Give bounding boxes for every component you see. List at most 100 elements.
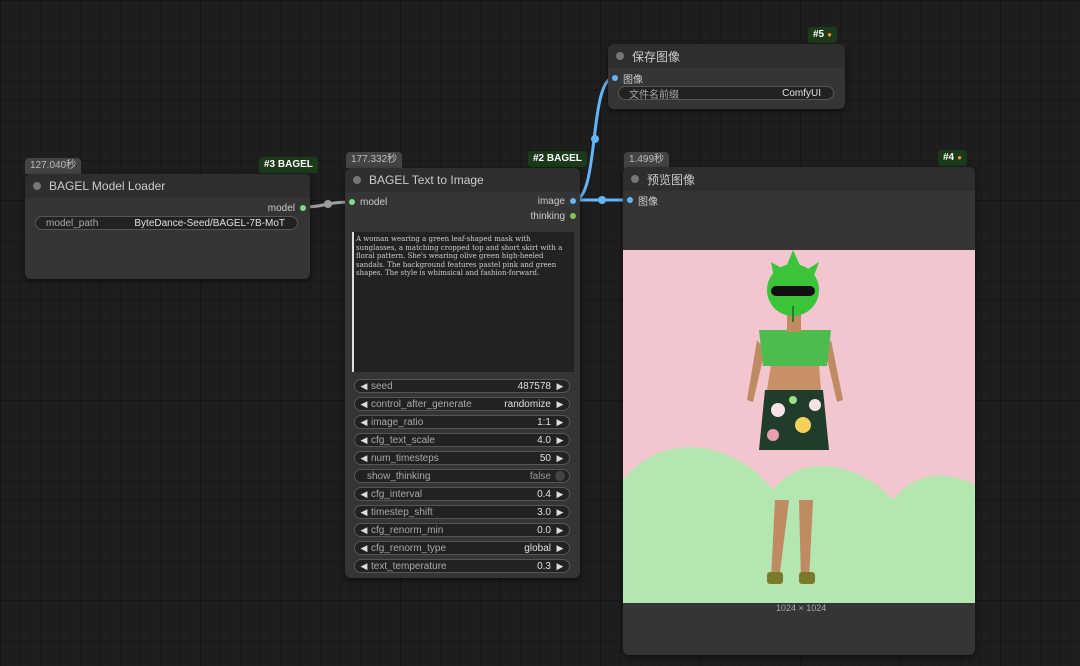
image-ratio-next-icon[interactable]: ▶ xyxy=(555,417,565,428)
num-timesteps-increment-icon[interactable]: ▶ xyxy=(555,453,565,464)
t2i-timer: 177.332秒 xyxy=(346,152,403,168)
wire-model-midpoint xyxy=(324,200,332,208)
seed-value: 487578 xyxy=(517,380,551,392)
cfg-text-scale-decrement-icon[interactable]: ◀ xyxy=(359,435,369,446)
preview-input-image-label: 图像 xyxy=(638,196,658,208)
seed-label: seed xyxy=(371,380,393,392)
cfg-renorm-min-increment-icon[interactable]: ▶ xyxy=(555,525,565,536)
save-input-image-label: 图像 xyxy=(623,74,643,86)
save-image-node[interactable]: 保存图像 图像 文件名前缀 ComfyUI xyxy=(608,44,845,109)
cfg-renorm-type-prev-icon[interactable]: ◀ xyxy=(359,543,369,554)
cfg-text-scale-value: 4.0 xyxy=(537,434,551,446)
control-after-generate-prev-icon[interactable]: ◀ xyxy=(359,399,369,410)
seed-widget[interactable]: ◀ seed 487578 ▶ xyxy=(354,379,570,393)
t2i-output-image[interactable]: image xyxy=(538,194,576,208)
cfg-renorm-type-value: global xyxy=(524,542,551,554)
cfg-interval-widget[interactable]: ◀ cfg_interval 0.4 ▶ xyxy=(354,487,570,501)
control-after-generate-value: randomize xyxy=(504,398,551,410)
cfg-renorm-min-label: cfg_renorm_min xyxy=(371,524,444,536)
t2i-collapse-dot[interactable] xyxy=(353,176,361,184)
save-badge-text: #5 xyxy=(813,29,825,40)
image-ratio-widget[interactable]: ◀ image_ratio 1:1 ▶ xyxy=(354,415,570,429)
show-thinking-label: show_thinking xyxy=(367,470,431,482)
seed-decrement-icon[interactable]: ◀ xyxy=(359,381,369,392)
preview-timer: 1.499秒 xyxy=(624,152,670,168)
t2i-input-model[interactable]: model xyxy=(349,195,387,209)
timestep-shift-widget[interactable]: ◀ timestep_shift 3.0 ▶ xyxy=(354,505,570,519)
loader-badge-text: #3 BAGEL xyxy=(264,159,313,170)
bagel-model-loader-node[interactable]: BAGEL Model Loader model model_path Byte… xyxy=(25,174,310,279)
fox-icon: ● xyxy=(827,30,832,39)
t2i-badge-text: #2 BAGEL xyxy=(533,153,582,164)
save-header[interactable]: 保存图像 xyxy=(608,44,845,68)
save-image-input-dot-icon[interactable] xyxy=(612,75,618,81)
model-input-dot-icon[interactable] xyxy=(349,199,355,205)
preview-input-image[interactable]: 图像 xyxy=(627,193,658,208)
loader-header[interactable]: BAGEL Model Loader xyxy=(25,174,310,198)
num-timesteps-decrement-icon[interactable]: ◀ xyxy=(359,453,369,464)
image-ratio-value: 1:1 xyxy=(537,416,551,428)
image-output-dot-icon[interactable] xyxy=(570,198,576,204)
loader-badge: #3 BAGEL xyxy=(259,157,318,173)
generated-woman-image xyxy=(623,250,975,603)
save-collapse-dot[interactable] xyxy=(616,52,624,60)
timestep-shift-increment-icon[interactable]: ▶ xyxy=(555,507,565,518)
cfg-interval-increment-icon[interactable]: ▶ xyxy=(555,489,565,500)
text-temperature-increment-icon[interactable]: ▶ xyxy=(555,561,565,572)
preview-collapse-dot[interactable] xyxy=(631,175,639,183)
t2i-title: BAGEL Text to Image xyxy=(369,173,484,187)
timestep-shift-label: timestep_shift xyxy=(371,506,433,518)
text-temperature-decrement-icon[interactable]: ◀ xyxy=(359,561,369,572)
num-timesteps-widget[interactable]: ◀ num_timesteps 50 ▶ xyxy=(354,451,570,465)
image-ratio-label: image_ratio xyxy=(371,416,424,428)
cfg-renorm-min-decrement-icon[interactable]: ◀ xyxy=(359,525,369,536)
generated-image-preview[interactable] xyxy=(623,250,975,603)
preview-title: 预览图像 xyxy=(647,172,696,187)
t2i-output-image-label: image xyxy=(537,195,565,207)
text-temperature-widget[interactable]: ◀ text_temperature 0.3 ▶ xyxy=(354,559,570,573)
thinking-output-dot-icon[interactable] xyxy=(570,213,576,219)
save-title: 保存图像 xyxy=(632,49,681,64)
loader-output-model-label: model xyxy=(267,202,295,214)
cfg-renorm-type-next-icon[interactable]: ▶ xyxy=(555,543,565,554)
preview-header[interactable]: 预览图像 xyxy=(623,167,975,191)
cfg-renorm-min-widget[interactable]: ◀ cfg_renorm_min 0.0 ▶ xyxy=(354,523,570,537)
t2i-output-thinking[interactable]: thinking xyxy=(531,209,576,223)
loader-timer: 127.040秒 xyxy=(25,158,82,174)
model-path-widget[interactable]: model_path ByteDance-Seed/BAGEL-7B-MoT xyxy=(35,216,298,230)
preview-image-node[interactable]: 预览图像 图像 1024 × 1024 xyxy=(623,167,975,655)
show-thinking-toggle[interactable]: show_thinking false xyxy=(354,469,570,483)
fox-icon: ● xyxy=(957,153,962,162)
t2i-output-thinking-label: thinking xyxy=(530,210,565,222)
save-input-image[interactable]: 图像 xyxy=(612,71,643,86)
loader-output-model[interactable]: model xyxy=(268,201,306,215)
cfg-text-scale-widget[interactable]: ◀ cfg_text_scale 4.0 ▶ xyxy=(354,433,570,447)
prompt-textarea[interactable]: A woman wearing a green leaf-shaped mask… xyxy=(352,232,574,372)
filename-prefix-value: ComfyUI xyxy=(782,87,821,99)
filename-prefix-label: 文件名前缀 xyxy=(629,89,679,101)
cfg-renorm-type-label: cfg_renorm_type xyxy=(371,542,447,554)
seed-increment-icon[interactable]: ▶ xyxy=(555,381,565,392)
preview-badge-text: #4 xyxy=(943,152,955,163)
show-thinking-value: false xyxy=(529,470,551,482)
loader-collapse-dot[interactable] xyxy=(33,182,41,190)
timestep-shift-decrement-icon[interactable]: ◀ xyxy=(359,507,369,518)
wire-image-preview-midpoint xyxy=(598,196,606,204)
control-after-generate-widget[interactable]: ◀ control_after_generate randomize ▶ xyxy=(354,397,570,411)
cfg-interval-decrement-icon[interactable]: ◀ xyxy=(359,489,369,500)
save-badge: #5 ● xyxy=(808,27,837,43)
cfg-text-scale-increment-icon[interactable]: ▶ xyxy=(555,435,565,446)
model-slot-dot-icon[interactable] xyxy=(300,205,306,211)
loader-title: BAGEL Model Loader xyxy=(49,179,166,193)
bagel-text-to-image-node[interactable]: BAGEL Text to Image model image thinking… xyxy=(345,168,580,578)
control-after-generate-next-icon[interactable]: ▶ xyxy=(555,399,565,410)
num-timesteps-label: num_timesteps xyxy=(371,452,439,464)
cfg-renorm-type-widget[interactable]: ◀ cfg_renorm_type global ▶ xyxy=(354,541,570,555)
toggle-knob-icon[interactable] xyxy=(555,471,565,481)
preview-image-input-dot-icon[interactable] xyxy=(627,197,633,203)
cfg-renorm-min-value: 0.0 xyxy=(537,524,551,536)
filename-prefix-widget[interactable]: 文件名前缀 ComfyUI xyxy=(618,86,834,101)
t2i-header[interactable]: BAGEL Text to Image xyxy=(345,168,580,192)
num-timesteps-value: 50 xyxy=(539,452,551,464)
image-ratio-prev-icon[interactable]: ◀ xyxy=(359,417,369,428)
